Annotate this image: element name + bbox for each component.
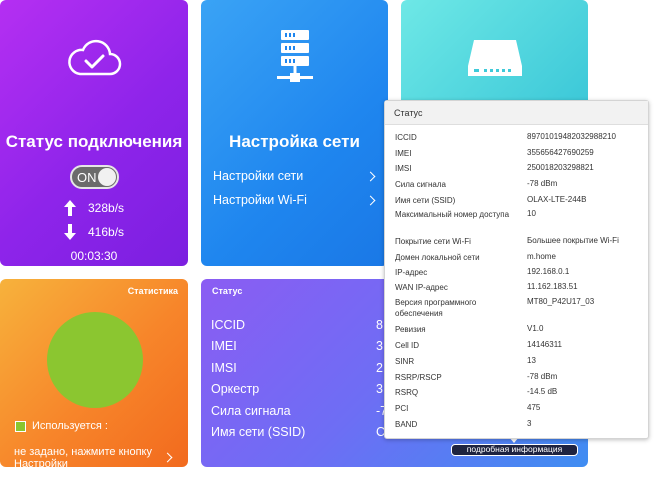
- wifi-settings-label: Настройки Wi-Fi: [213, 193, 307, 207]
- popup-value: Большее покрытие Wi-Fi: [527, 236, 619, 245]
- popup-label: Сила сигнала: [395, 180, 446, 189]
- connection-title: Статус подключения: [5, 132, 183, 151]
- status-label-ssid: Имя сети (SSID): [211, 425, 306, 439]
- statistics-hint[interactable]: не задано, нажмите кнопку Настройки: [14, 446, 174, 470]
- legend-swatch: [15, 420, 26, 432]
- popup-value: MT80_P42U17_03: [527, 297, 595, 306]
- status-label-imei: IMEI: [211, 339, 237, 353]
- download-rate-row: 416b/s: [64, 224, 124, 240]
- popup-value: -78 dBm: [527, 372, 558, 381]
- status-value-operator: 3: [376, 382, 383, 396]
- status-title: Статус: [212, 286, 243, 296]
- upload-rate: 328b/s: [88, 201, 125, 215]
- popup-label: PCI: [395, 404, 409, 413]
- status-value-iccid: 8: [376, 318, 383, 332]
- network-settings-link[interactable]: Настройки сети: [213, 169, 378, 183]
- status-label-operator: Оркестр: [211, 382, 260, 396]
- network-title: Настройка сети: [229, 132, 360, 151]
- arrow-up-icon: [64, 200, 76, 216]
- popup-label: Версия программного обеспечения: [395, 298, 477, 318]
- popup-value: 192.168.0.1: [527, 267, 570, 276]
- popup-value: 475: [527, 403, 541, 412]
- upload-rate-row: 328b/s: [64, 200, 124, 216]
- popup-value: 13: [527, 356, 536, 365]
- popup-label: ICCID: [395, 133, 417, 142]
- popup-value: 3: [527, 419, 532, 428]
- status-label-imsi: IMSI: [211, 361, 237, 375]
- arrow-down-icon: [64, 224, 76, 240]
- connection-duration: 00:03:30: [70, 249, 118, 263]
- popup-label: Имя сети (SSID): [395, 196, 456, 205]
- status-value-imei: 3: [376, 339, 383, 353]
- toggle-label: ON: [77, 170, 97, 185]
- connection-status-tile[interactable]: Статус подключения ON 328b/s 416b/s 00:0…: [0, 0, 188, 266]
- popup-label: WAN IP-адрес: [395, 283, 448, 292]
- popup-value: -14.5 dB: [527, 387, 558, 396]
- popup-value: 14146311: [527, 340, 562, 349]
- statistics-title: Статистика: [127, 286, 178, 296]
- popup-label: RSRQ: [395, 388, 419, 397]
- popup-label: IMEI: [395, 149, 412, 158]
- popup-title: Статус: [385, 101, 648, 125]
- popup-label: Максимальный номер доступа: [395, 210, 510, 219]
- download-rate: 416b/s: [88, 225, 125, 239]
- legend-label: Используется :: [32, 420, 108, 432]
- status-label-iccid: ICCID: [211, 318, 246, 332]
- chevron-right-icon: [365, 171, 376, 181]
- popup-label: RSRP/RSCP: [395, 373, 442, 382]
- status-details-popup: Статус ICCID 89701019482032988210 IMEI 355…: [384, 100, 649, 439]
- popup-label: SINR: [395, 357, 415, 366]
- network-settings-tile[interactable]: Настройка сети Настройки сети Настройки …: [201, 0, 388, 266]
- popup-value: 355656427690259: [527, 148, 594, 157]
- usage-legend: Используется :: [15, 420, 108, 432]
- popup-label: IP-адрес: [395, 268, 428, 277]
- popup-value: 250018203298821: [527, 163, 594, 172]
- connection-toggle[interactable]: ON: [70, 165, 119, 189]
- popup-value: V1.0: [527, 324, 544, 333]
- popup-label: Покрытие сети Wi-Fi: [395, 237, 471, 246]
- cloud-check-icon: [68, 39, 122, 76]
- popup-label: Домен локальной сети: [395, 253, 480, 262]
- popup-value: -78 dBm: [527, 179, 558, 188]
- status-value-imsi: 2: [376, 361, 383, 375]
- network-settings-label: Настройки сети: [213, 169, 304, 183]
- popup-label: IMSI: [395, 164, 412, 173]
- popup-value: 10: [527, 209, 536, 218]
- popup-label: Cell ID: [395, 341, 420, 350]
- popup-value: m.home: [527, 252, 556, 261]
- details-button[interactable]: подробная информация: [451, 444, 578, 456]
- popup-value: 89701019482032988210: [527, 132, 616, 141]
- toggle-knob: [98, 168, 116, 186]
- wifi-settings-link[interactable]: Настройки Wi-Fi: [213, 193, 378, 207]
- chevron-right-icon: [365, 195, 376, 205]
- usage-pie-chart: [47, 312, 143, 408]
- popup-label: BAND: [395, 420, 418, 429]
- server-network-icon: [276, 30, 313, 82]
- router-icon: [467, 40, 522, 76]
- popup-value: OLAX-LTE-244B: [527, 195, 587, 204]
- popup-value: 11.162.183.51: [527, 282, 578, 291]
- status-label-signal: Сила сигнала: [211, 404, 291, 418]
- popup-label: Ревизия: [395, 325, 426, 334]
